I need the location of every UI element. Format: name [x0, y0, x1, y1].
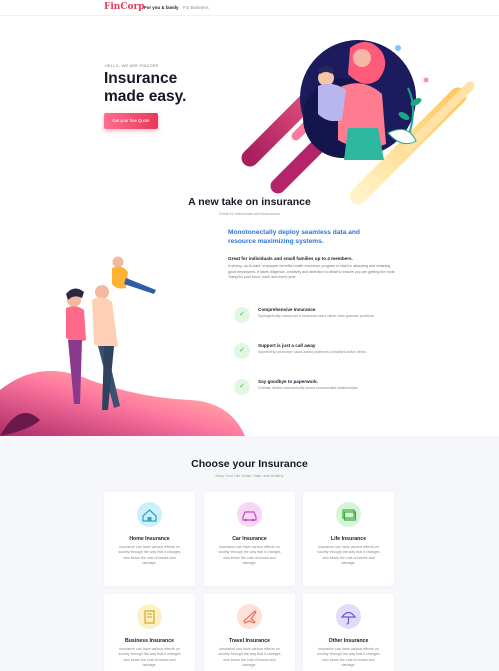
card-title: Car Insurance	[232, 536, 267, 542]
about-headline: Monotonectally deploy seamless data and …	[228, 229, 360, 245]
insurance-card-business[interactable]: Business Insurance Insurance can have va…	[104, 594, 195, 671]
hero-illustration	[241, 40, 475, 205]
card-title: Business Insurance	[124, 638, 174, 644]
feature-text: Assertively customize value-added platfo…	[258, 350, 367, 354]
check-icon: ✓	[234, 379, 250, 395]
choose-title: Choose your Insurance	[191, 458, 308, 470]
feature-text: Globally deliver economically sound comm…	[258, 386, 359, 390]
choose-subtitle: Keep Your Life Goals, Safe, and Healthy	[215, 474, 284, 478]
card-text: Insurance can have various effects on so…	[218, 545, 281, 566]
insurance-card-life[interactable]: Life Insurance Insurance can have variou…	[303, 492, 394, 586]
car-icon	[237, 502, 262, 527]
nav-link-family[interactable]: For you & family	[144, 5, 178, 10]
ground-blob	[0, 371, 245, 436]
card-title: Life Insurance	[330, 536, 367, 542]
feature-title: Support is just a call away	[258, 343, 316, 348]
family-figures	[66, 256, 156, 410]
card-text: Insurance can have various effects on so…	[118, 545, 181, 566]
card-text: Insurance can have various effects on so…	[118, 647, 181, 668]
hero-kicker: HELLO, WE ARE FINCORP	[105, 64, 159, 68]
airplane-icon	[237, 604, 262, 629]
about-paragraph: A strong, up-to-date, employee benefits …	[228, 264, 395, 280]
check-icon: ✓	[234, 343, 250, 359]
life-cash-icon	[336, 502, 361, 527]
hero-title-line-2: made easy.	[104, 87, 187, 105]
insurance-card-car[interactable]: Car Insurance Insurance can have various…	[204, 492, 295, 586]
about-bold-line: Great for individuals and small families…	[228, 256, 353, 261]
insurance-card-travel[interactable]: Travel Insurance Insurance can have vari…	[204, 594, 295, 671]
about-subtitle: Great for individuals and businesses	[218, 212, 281, 216]
feature-title: Say goodbye to paperwork.	[258, 379, 318, 384]
card-title: Travel Insurance	[229, 638, 270, 644]
about-title: A new take on insurance	[188, 196, 311, 208]
feature-text: Synergistically repurpose e-business use…	[258, 314, 375, 318]
feature-item: ✓ Support is just a call away Assertivel…	[234, 343, 384, 365]
card-title: Other Insurance	[328, 638, 369, 644]
get-quote-button[interactable]: Get your free Quote	[104, 113, 158, 129]
insurance-card-other[interactable]: Other Insurance Insurance can have vario…	[303, 594, 394, 671]
hero-title: Insurance made easy.	[104, 70, 224, 105]
card-title: Home Insurance	[129, 536, 170, 542]
check-icon: ✓	[234, 307, 250, 323]
feature-item: ✓ Comprehensive Insurance Synergisticall…	[234, 307, 384, 329]
hero-title-line-1: Insurance	[104, 70, 178, 87]
insurance-card-home[interactable]: Home Insurance Insurance can have variou…	[104, 492, 195, 586]
nav-link-business[interactable]: For Business	[183, 5, 209, 10]
card-text: Insurance can have various effects on so…	[317, 647, 380, 668]
feature-item: ✓ Say goodbye to paperwork. Globally del…	[234, 379, 384, 401]
umbrella-icon	[336, 604, 361, 629]
logo[interactable]: FinCorp	[104, 2, 145, 12]
top-nav: FinCorp For you & family For Business	[0, 0, 499, 16]
home-shield-icon	[137, 502, 162, 527]
card-text: Insurance can have various effects on so…	[218, 647, 281, 668]
card-text: Insurance can have various effects on so…	[317, 545, 380, 566]
feature-title: Comprehensive Insurance	[258, 307, 316, 312]
business-building-icon	[137, 604, 162, 629]
family-illustration	[0, 256, 245, 436]
